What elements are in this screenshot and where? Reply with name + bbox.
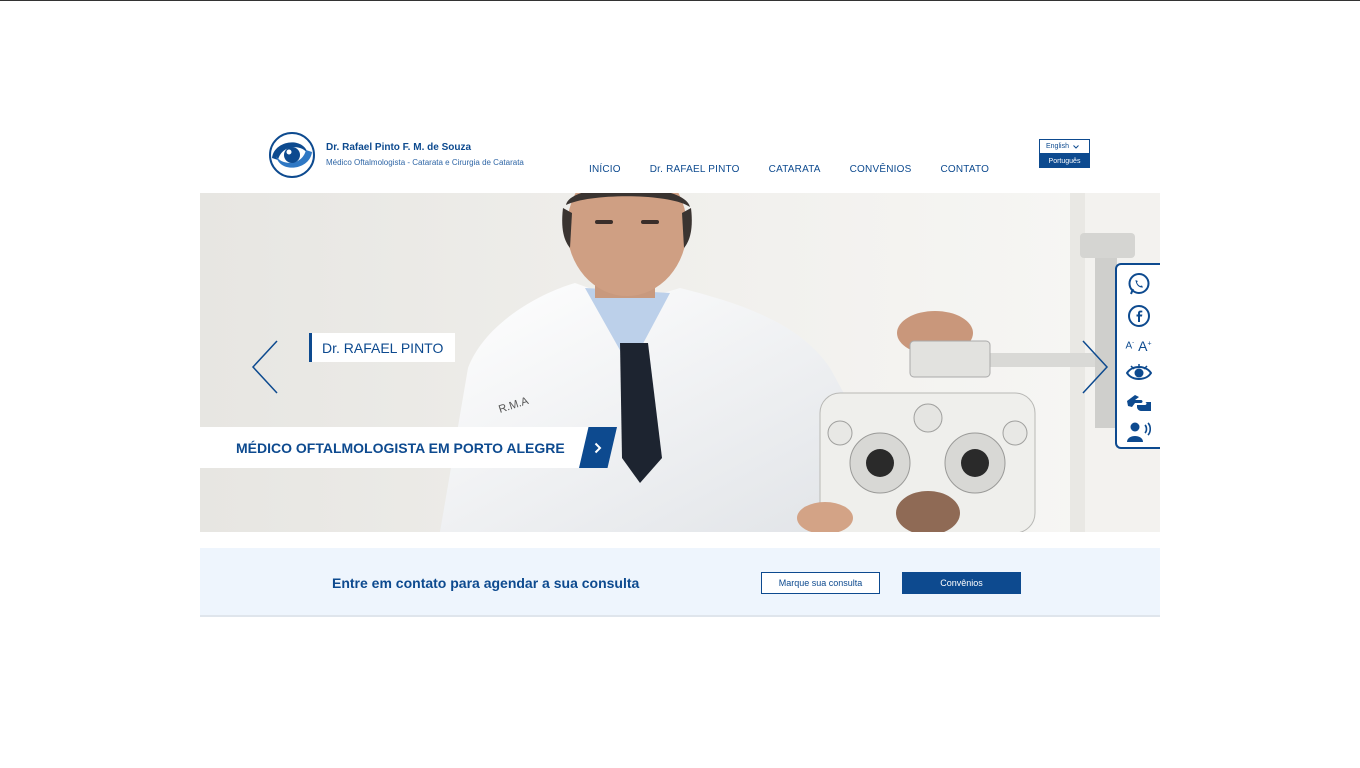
insurance-button[interactable]: Convênios: [902, 572, 1021, 594]
slider-next-button[interactable]: [1080, 339, 1110, 395]
main-nav: INÍCIO Dr. RAFAEL PINTO CATARATA CONVÊNI…: [589, 164, 989, 175]
language-select[interactable]: English: [1039, 139, 1090, 154]
nav-item-catarata[interactable]: CATARATA: [769, 164, 821, 175]
slider-prev-button[interactable]: [250, 339, 280, 395]
swirl-eye-logo[interactable]: [266, 132, 318, 178]
sign-language-icon[interactable]: [1117, 389, 1160, 415]
top-border: [0, 0, 1360, 1]
font-size-icon[interactable]: A- A+: [1117, 335, 1160, 357]
hero-slider: R.M.A Dr. RAFAEL PINTO MÉDICO OFTALMOLOG…: [200, 193, 1160, 532]
nav-item-convenios[interactable]: CONVÊNIOS: [850, 164, 912, 175]
nav-item-dr-rafael-pinto[interactable]: Dr. RAFAEL PINTO: [650, 164, 740, 175]
chevron-down-icon: [1073, 144, 1079, 149]
hero-photo: R.M.A: [200, 193, 1160, 532]
site-container: Dr. Rafael Pinto F. M. de Souza Médico O…: [200, 128, 1160, 617]
font-decrease-button[interactable]: A-: [1125, 340, 1134, 351]
accessibility-toolbar: A- A+: [1115, 263, 1160, 449]
screen-reader-icon[interactable]: [1117, 419, 1160, 445]
cta-section: Entre em contato para agendar a sua cons…: [200, 548, 1160, 617]
language-option-portugues[interactable]: Português: [1039, 154, 1090, 168]
brand-subtitle: Médico Oftalmologista - Catarata e Cirur…: [326, 158, 524, 167]
facebook-icon[interactable]: [1117, 303, 1160, 329]
chevron-right-icon: [1082, 340, 1109, 394]
slide-tag: Dr. RAFAEL PINTO: [309, 333, 456, 362]
book-appointment-button[interactable]: Marque sua consulta: [761, 572, 880, 594]
contrast-eye-icon[interactable]: [1117, 361, 1160, 385]
brand-name[interactable]: Dr. Rafael Pinto F. M. de Souza: [326, 142, 471, 153]
cta-text: Entre em contato para agendar a sua cons…: [332, 575, 640, 591]
language-switcher: English Português: [1039, 139, 1090, 168]
chevron-right-icon: [594, 442, 602, 453]
nav-item-contato[interactable]: CONTATO: [940, 164, 989, 175]
whatsapp-icon[interactable]: [1117, 271, 1160, 297]
slide-headline[interactable]: MÉDICO OFTALMOLOGISTA EM PORTO ALEGRE: [200, 427, 600, 468]
language-selected: English: [1046, 143, 1069, 150]
chevron-left-icon: [251, 340, 278, 394]
site-header: Dr. Rafael Pinto F. M. de Souza Médico O…: [200, 128, 1160, 193]
font-increase-button[interactable]: A+: [1138, 338, 1151, 354]
nav-item-inicio[interactable]: INÍCIO: [589, 164, 621, 175]
